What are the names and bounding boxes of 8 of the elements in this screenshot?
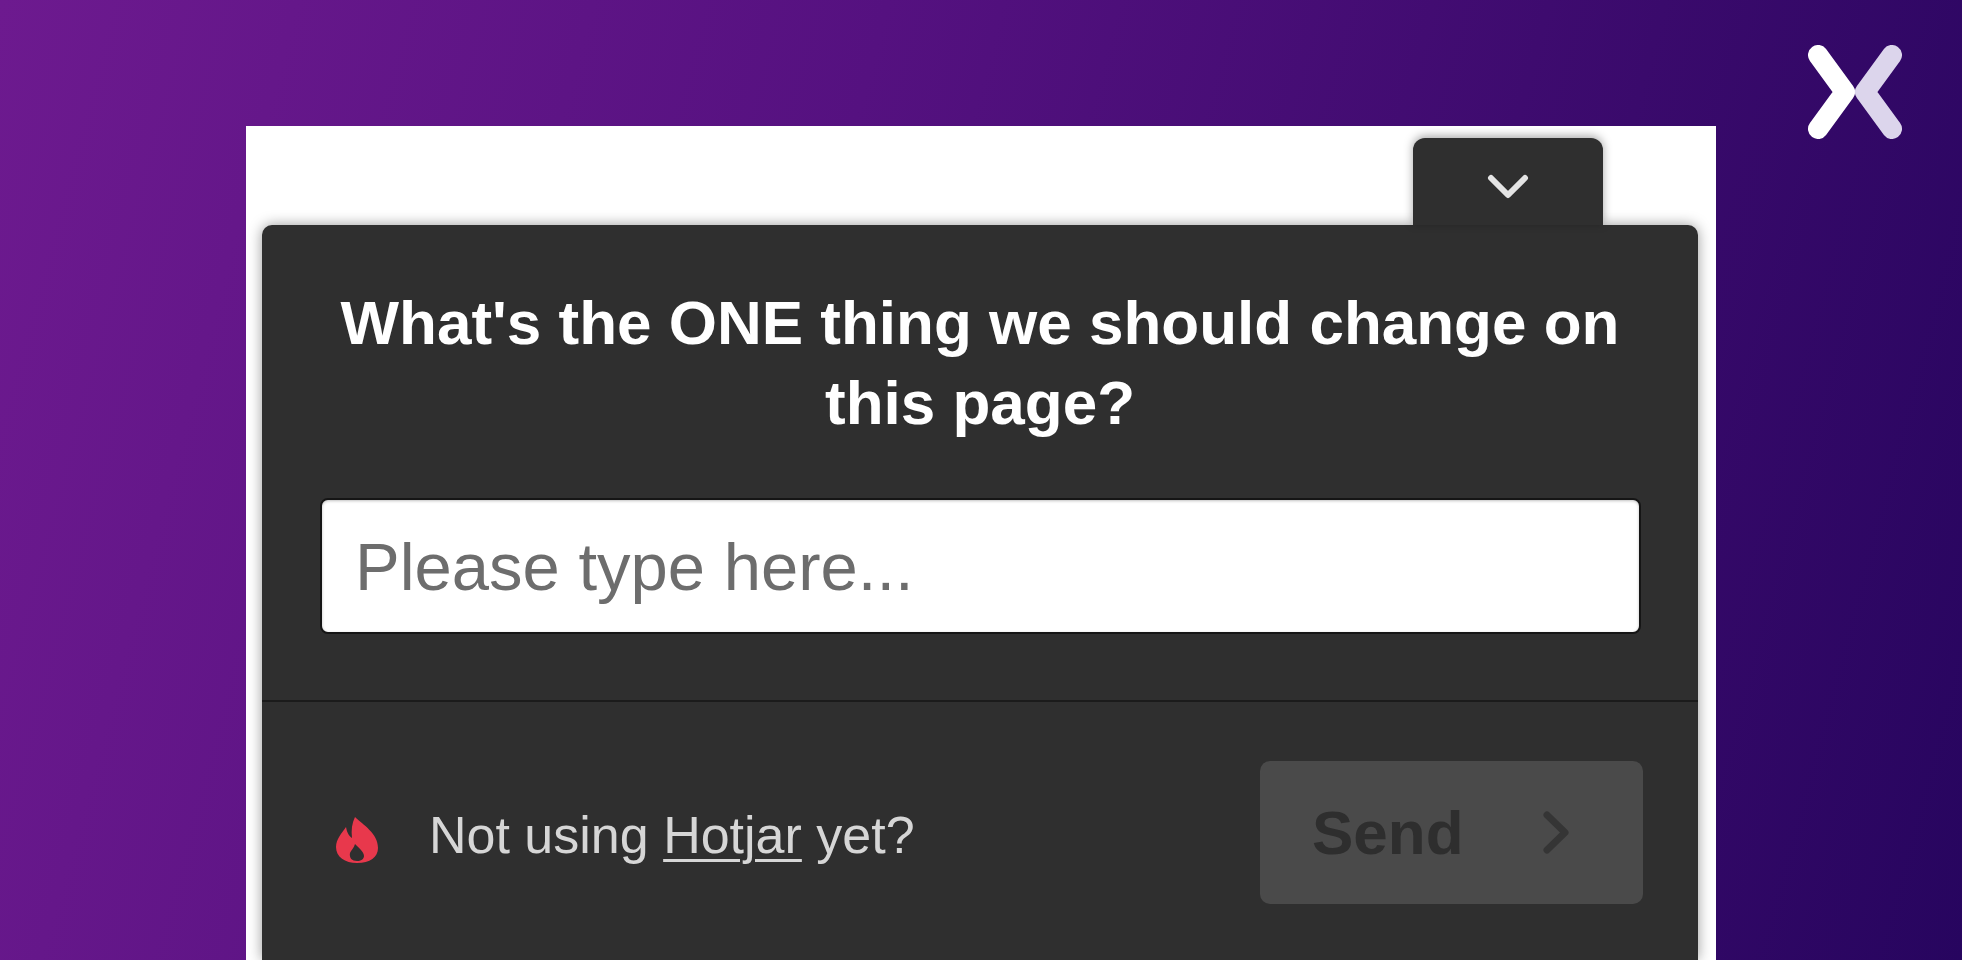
x-logo-icon (1808, 45, 1902, 139)
answer-field[interactable]: Please type here... (320, 498, 1641, 634)
hotjar-link[interactable]: Hotjar (663, 806, 802, 864)
chevron-down-icon (1487, 174, 1529, 200)
flame-icon (333, 816, 381, 864)
promo-text: Not using Hotjar yet? (429, 805, 915, 865)
collapse-button[interactable] (1413, 138, 1603, 225)
survey-question: What's the ONE thing we should change on this page? (339, 287, 1621, 439)
